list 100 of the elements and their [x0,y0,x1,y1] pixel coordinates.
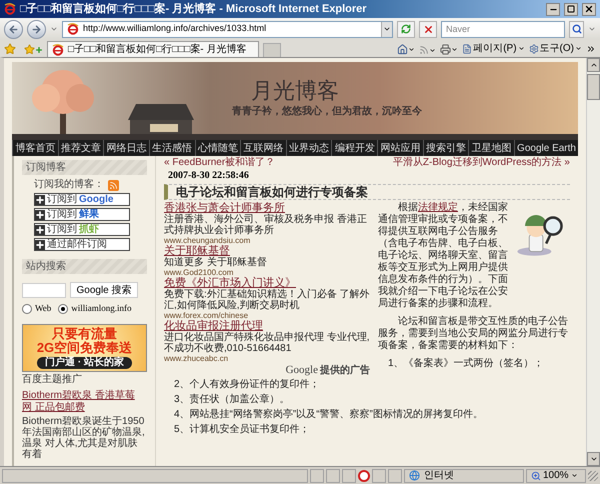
nav-link[interactable]: 推荐文章 [58,140,104,156]
nav-link[interactable]: 业界动态 [286,140,332,156]
status-panel [326,468,340,482]
radio-button[interactable] [58,304,68,314]
zone-text: 인터넷 [424,469,454,483]
list-item: 3、责任状（加盖公章）。 [173,394,291,406]
tools-menu[interactable]: 도구(O) [528,41,582,56]
plus-icon [35,240,45,250]
status-panel [310,468,324,482]
close-button[interactable] [582,2,596,16]
plus-icon [35,224,45,234]
page-icon [462,44,472,54]
browser-tab[interactable]: □子□□和留言板如何□行□□□案- 月光博客 [47,41,260,57]
radio-label: Web [35,302,52,315]
next-post-link[interactable]: 平滑从Z-Blog迁移到WordPress的方法 » [392,155,570,170]
more-icon[interactable] [586,44,596,54]
browser-logo-icon [52,44,64,56]
close-icon [584,4,594,14]
address-field[interactable]: http://www.williamlong.info/archives/1033.html [62,20,393,38]
gear-icon [528,44,539,54]
promo-text: Biotherm碧欧泉诞生于1950年法国南部山区的矿物温泉,温泉 对人体,尤其是对肌肤有着 [22,416,146,460]
favorites-star-icon[interactable] [4,43,16,55]
search-button[interactable] [569,20,584,38]
dropdown-button[interactable] [381,22,392,36]
ad-url: www.zhuceabc.cn [164,354,228,363]
url-text: http://www.williamlong.info/archives/1033.html [83,22,268,36]
radio-label: williamlong.info [71,302,132,315]
law-link[interactable]: 法律规定 [418,202,458,213]
ad-title-link[interactable]: 关于耶稣基督 [164,245,230,257]
search-input[interactable] [22,282,66,298]
nav-link[interactable]: 卫星地图 [468,140,514,156]
nav-link[interactable]: 博客首页 [12,140,58,156]
plus-icon [35,210,45,220]
maximize-button[interactable] [564,2,578,16]
stop-icon [422,24,434,34]
article-paragraph: 论坛和留言板是带交互性质的电子公告服务，需要到当地公安局的网监分局进行专项备案，备案需要的材料如下： [378,316,569,352]
feeds-icon[interactable] [419,45,436,55]
list-item: 5、计算机安全员证书复印件； [173,424,311,436]
status-panel [388,468,402,482]
page-menu[interactable]: 페이지(P) [462,41,525,56]
forward-arrow-icon [31,24,42,34]
rss-icon[interactable] [108,180,119,190]
nav-link[interactable]: 网站应用 [377,140,423,156]
privacy-icon[interactable] [358,470,370,482]
subscribe-button[interactable]: 通过邮件订阅 [34,238,130,251]
banner-ad-text: 2G空间免费奉送 [36,340,132,354]
hosting-banner-ad[interactable]: 只要有流量 2G空间免费奉送 门户通 · 站长的家 [22,324,147,372]
home-icon[interactable] [397,44,416,55]
print-icon[interactable] [440,44,458,55]
globe-icon [409,470,420,481]
nav-link[interactable]: Google Earth [514,140,578,156]
caret-icon [383,25,391,33]
subscribe-button[interactable]: 订阅到 抓虾 [34,223,130,236]
scroll-down-icon [590,455,598,463]
google-ads-brand: Google [286,364,318,376]
ad-url: www.forex.com/chinese [164,311,248,320]
ad-text: 进口化妆品国产特殊化妆品申报代理 专业代理,不成功不收费,010-51664481 [164,332,370,354]
stop-button[interactable] [419,20,437,38]
resize-grip-icon[interactable] [588,470,598,480]
section-heading: 订阅博客 [22,160,147,175]
nav-link[interactable]: 生活感悟 [148,140,195,156]
refresh-button[interactable] [397,20,415,38]
maximize-icon [567,5,575,13]
minimize-button[interactable] [546,2,560,16]
subscribe-button[interactable]: 订阅到 Google [34,193,130,206]
add-favorite-icon[interactable] [24,44,43,55]
radio-button[interactable] [22,304,32,314]
blog-subtitle: 青青子衿，悠悠我心，但为君故，沉吟至今 [232,104,422,119]
ads-label: 提供的广告 [320,365,370,376]
ad-title-link[interactable]: 香港张与萧会计师事务所 [164,202,285,214]
ad-text: 免费下载:外汇基础知识精选！入门必备 了解外汇,如何降低风险,判断交易时机 [164,289,370,311]
back-arrow-icon [8,24,19,34]
subscribe-label: 订阅我的博客： [34,179,104,191]
nav-link[interactable]: 心情随笔 [194,140,240,156]
caret-icon [518,45,525,52]
list-item: 2、个人有效身份证件的复印件； [173,379,321,391]
scroll-thumb[interactable] [587,74,600,100]
caret-icon[interactable] [588,25,596,33]
caret-icon[interactable] [50,25,58,33]
banner-ad-tagline: 门户通 · 站长的家 [37,356,132,368]
promo-link[interactable]: Biotherm碧欧泉 香港草莓网 正品包邮费 [22,390,136,414]
scrollbar[interactable] [586,58,600,466]
nav-link[interactable]: 互联网络 [240,140,286,156]
nav-link[interactable]: 搜索引擎 [422,140,468,156]
ad-title-link[interactable]: 免费《外汇市场入门讲义》 [164,277,296,289]
subscribe-button[interactable]: 订阅到 鲜果 [34,208,130,221]
refresh-icon [401,24,411,34]
caret-icon [570,472,578,479]
section-heading: 站内搜索 [22,259,147,274]
nav-link[interactable]: 网络日志 [103,140,149,156]
nav-link[interactable]: 编程开发 [331,140,378,156]
ad-title-link[interactable]: 化妆品审报注册代理 [164,320,263,332]
forward-button[interactable] [27,20,46,38]
article-paragraph: 根据法律规定，未经国家通信管理审批或专项备案，不得提供互联网电子公告服务（含电子布告牌、电子白板、电子论坛、网络聊天室、留言板等交互形式为上网用户提供信息发布条件的行为）。下面我就介绍一下电子论坛在公安局进行备案的步骤和流程。 [378,202,509,310]
browser-logo-icon [4,3,16,15]
search-field[interactable]: Naver [441,20,565,38]
back-button[interactable] [4,20,23,38]
zoom-button[interactable]: 100% [526,468,586,482]
google-search-button[interactable]: Google 搜索 [70,282,138,298]
previous-post-link[interactable]: « FeedBurner被和谐了？ [164,155,276,170]
